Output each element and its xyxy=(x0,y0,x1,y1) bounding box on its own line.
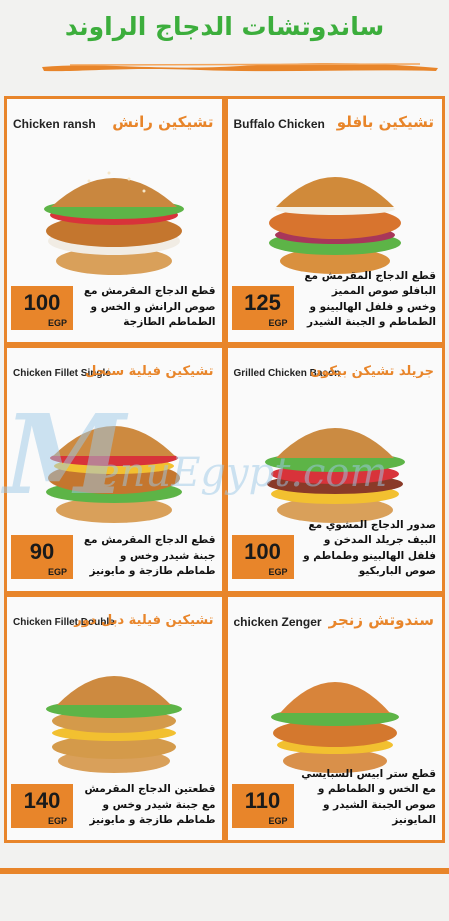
price-box: 140 EGP xyxy=(11,784,73,828)
menu-grid: Chicken ransh تشيكين رانش 100 EGP قطع ال… xyxy=(4,96,445,843)
item-description: قطع ستر ابيس السبايسي مع الخس و الطماطم … xyxy=(301,768,436,826)
item-description: قطع الدجاج المقرمش مع صوص الرانش و الخس … xyxy=(83,285,216,328)
item-name-ar: تشيكين رانش xyxy=(112,113,214,131)
price-currency: EGP xyxy=(268,816,288,826)
price-box: 100 EGP xyxy=(11,286,73,330)
item-description: صدور الدجاج المشوي مع البيف جريلد المدخن… xyxy=(303,519,436,577)
price-value: 90 xyxy=(29,539,55,564)
price-value: 100 xyxy=(23,290,61,315)
price-currency: EGP xyxy=(47,318,67,328)
menu-item-grilled-chicken-bacon[interactable]: Grilled Chicken Bacon جريلد تشيكن بيكون … xyxy=(227,348,442,591)
item-name-ar: تشيكين فيلية سنجل xyxy=(85,364,214,379)
menu-item-chicken-ranch[interactable]: Chicken ransh تشيكين رانش 100 EGP قطع ال… xyxy=(7,99,222,342)
price-value: 110 xyxy=(244,788,281,813)
burger-image xyxy=(46,676,183,773)
item-name-ar: تشيكين بافلو xyxy=(336,113,434,131)
bottom-divider xyxy=(0,868,449,874)
item-description: قطع الدجاج المقرمش مع البافلو صوص المميز… xyxy=(304,270,436,328)
page-title: ساندوتشات الدجاج الراوند xyxy=(64,12,385,41)
menu-item-chicken-fillet-double[interactable]: Chicken Fillet Double تشيكين فيلية دبل د… xyxy=(7,597,222,840)
burger-image xyxy=(268,177,401,274)
menu-item-chicken-fillet-single[interactable]: Chicken Fillet Single تشيكين فيلية سنجل … xyxy=(7,348,222,591)
menu-item-chicken-zenger[interactable]: chicken Zenger سندوتش زنجر 110 EGP قطع س… xyxy=(227,597,442,840)
price-currency: EGP xyxy=(47,567,67,577)
menu-item-buffalo-chicken[interactable]: Buffalo Chicken تشيكين بافلو 125 EGP قطع… xyxy=(227,99,442,342)
item-name-en: chicken Zenger xyxy=(233,615,322,629)
item-name-ar: تشيكين فيلية دبل دور xyxy=(74,613,214,628)
burger-image xyxy=(264,428,405,523)
price-value: 125 xyxy=(244,290,281,315)
burger-image xyxy=(46,426,183,523)
price-currency: EGP xyxy=(47,816,67,826)
item-description: قطعتين الدجاج المقرمش مع جبنة شيدر وخس و… xyxy=(84,783,216,826)
price-box: 90 EGP xyxy=(11,535,73,579)
price-value: 100 xyxy=(244,539,281,564)
item-name-en: Chicken ransh xyxy=(13,117,96,131)
price-currency: EGP xyxy=(268,567,288,577)
burger-image xyxy=(270,682,399,773)
price-box: 110 EGP xyxy=(231,784,294,828)
price-box: 100 EGP xyxy=(231,535,294,579)
brush-stroke-divider xyxy=(42,63,438,72)
item-name-ar: جريلد تشيكن بيكون xyxy=(310,364,434,379)
burger-image xyxy=(44,171,185,275)
price-value: 140 xyxy=(23,788,61,813)
price-box: 125 EGP xyxy=(231,286,294,330)
item-description: قطع الدجاج المقرمش مع جبنة شيدر وخس و طم… xyxy=(83,534,216,577)
item-name-en: Buffalo Chicken xyxy=(233,117,325,131)
price-currency: EGP xyxy=(268,318,288,328)
item-name-ar: سندوتش زنجر xyxy=(328,611,434,629)
